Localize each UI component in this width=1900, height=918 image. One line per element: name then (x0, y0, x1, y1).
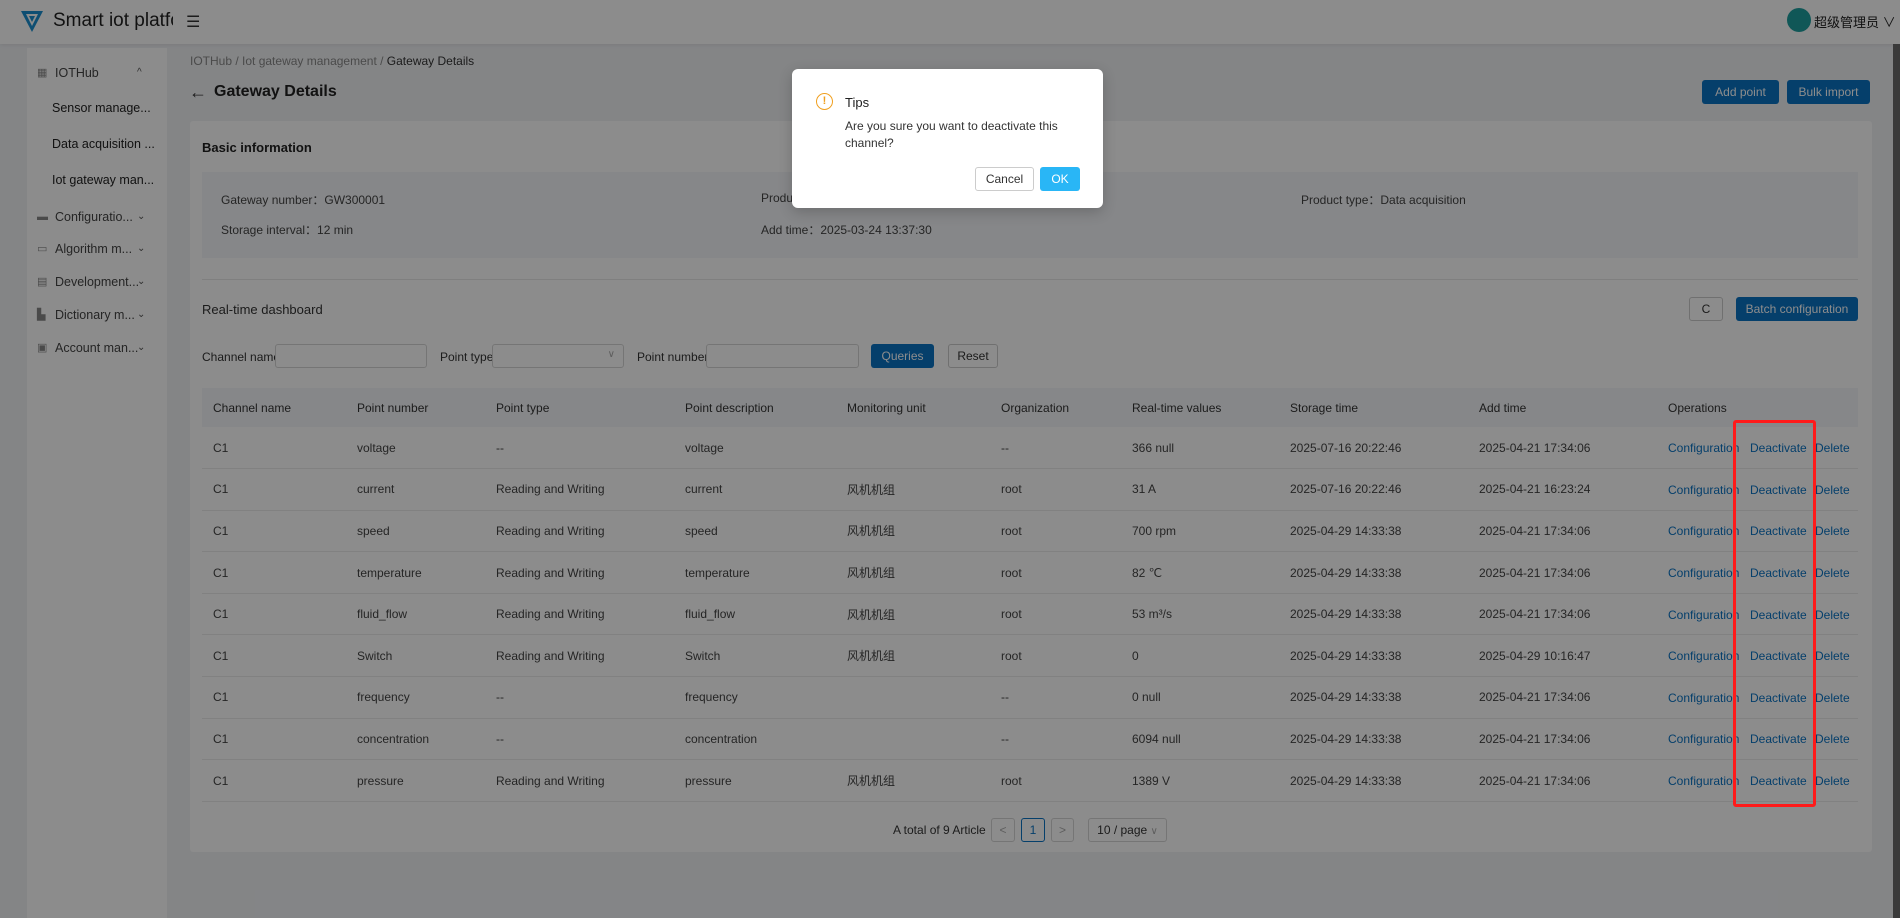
dialog-message: Are you sure you want to deactivate this… (845, 119, 1058, 150)
confirm-dialog: ! Tips Are you sure you want to deactiva… (792, 69, 1103, 208)
warning-icon: ! (816, 93, 833, 110)
dialog-title: Tips (845, 95, 870, 110)
cancel-button[interactable]: Cancel (975, 167, 1034, 191)
scrollbar[interactable] (1893, 44, 1900, 918)
highlight-box (1733, 420, 1816, 807)
ok-button[interactable]: OK (1040, 167, 1080, 191)
